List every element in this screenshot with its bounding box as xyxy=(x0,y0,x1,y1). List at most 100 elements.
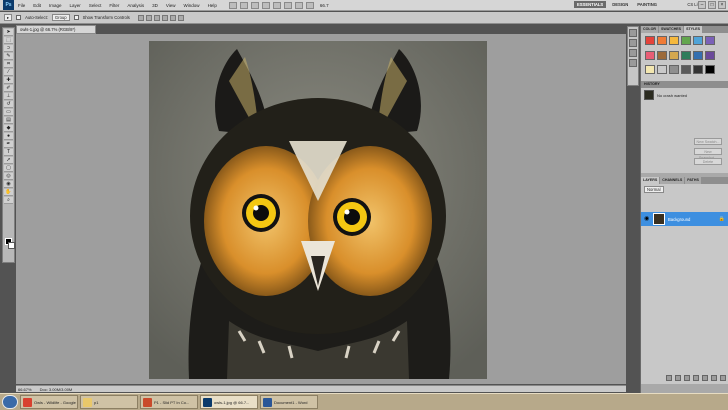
navigator-panel-icon[interactable] xyxy=(629,59,637,67)
style-swatch[interactable] xyxy=(681,65,691,75)
mini-bridge-icon[interactable] xyxy=(239,1,248,9)
blur-tool-icon[interactable]: ◆ xyxy=(4,125,13,132)
tab-swatches[interactable]: SWATCHES xyxy=(658,26,684,33)
screen-mode-icon[interactable] xyxy=(305,1,314,9)
style-swatch[interactable] xyxy=(705,36,715,45)
taskbar-item-chrome[interactable]: Owls - Wildlife - Google xyxy=(20,395,78,409)
menu-help[interactable]: Help xyxy=(204,3,221,8)
arrange-documents-icon[interactable] xyxy=(294,1,303,9)
zoom-status[interactable]: 66.67% xyxy=(18,387,32,392)
lasso-tool-icon[interactable]: ↄ xyxy=(4,45,13,52)
rotate-view-icon[interactable] xyxy=(283,1,292,9)
workspace-painting[interactable]: PAINTING xyxy=(634,1,660,8)
style-swatch[interactable] xyxy=(645,65,655,75)
workspace-design[interactable]: DESIGN xyxy=(609,1,631,8)
menu-layer[interactable]: Layer xyxy=(66,3,85,8)
tab-color[interactable]: COLOR xyxy=(641,26,658,33)
menu-analysis[interactable]: Analysis xyxy=(123,3,148,8)
style-swatch[interactable] xyxy=(669,50,679,60)
visibility-eye-icon[interactable]: ◉ xyxy=(644,216,650,222)
doc-size-status[interactable]: Doc: 3.00M/3.00M xyxy=(40,387,73,392)
clone-stamp-tool-icon[interactable]: ⊥ xyxy=(4,93,13,100)
new-layer-icon[interactable] xyxy=(711,375,717,381)
style-swatch[interactable] xyxy=(669,65,679,75)
transform-controls-checkbox[interactable] xyxy=(73,15,79,20)
shape-tool-icon[interactable]: ▢ xyxy=(4,165,13,172)
bridge-icon[interactable] xyxy=(228,1,237,9)
menu-select[interactable]: Select xyxy=(85,3,106,8)
menu-edit[interactable]: Edit xyxy=(29,3,45,8)
menu-file[interactable]: File xyxy=(14,3,29,8)
zoom-level-select[interactable]: 66.7 xyxy=(320,3,329,8)
dodge-tool-icon[interactable]: ● xyxy=(4,133,13,140)
new-swatch-button[interactable]: New Swatch... xyxy=(694,138,722,145)
taskbar-item-word[interactable]: Document1 - Word xyxy=(260,395,318,409)
3d-orbit-tool-icon[interactable]: ◉ xyxy=(4,181,13,188)
style-swatch[interactable] xyxy=(693,50,703,60)
menu-3d[interactable]: 3D xyxy=(148,3,162,8)
delete-button[interactable]: Delete xyxy=(694,158,722,165)
zoom-tool-icon[interactable] xyxy=(272,1,281,9)
taskbar-item-photoshop[interactable]: owls-1.jpg @ 66.7... xyxy=(200,395,258,409)
close-icon[interactable]: × xyxy=(718,1,726,9)
tab-channels[interactable]: CHANNELS xyxy=(660,177,685,184)
move-tool-icon[interactable]: ➤ xyxy=(4,29,13,36)
canvas-area[interactable] xyxy=(16,34,626,384)
layer-style-icon[interactable] xyxy=(675,375,681,381)
history-brush-tool-icon[interactable]: ↺ xyxy=(4,101,13,108)
align-top-icon[interactable] xyxy=(137,14,144,21)
tab-styles[interactable]: STYLES xyxy=(684,26,703,33)
menu-view[interactable]: View xyxy=(162,3,180,8)
tab-layers[interactable]: LAYERS xyxy=(641,177,660,184)
hand-tool-icon[interactable]: ✋ xyxy=(4,189,13,196)
menu-filter[interactable]: Filter xyxy=(105,3,123,8)
layer-row-background[interactable]: ◉ Background 🔒 xyxy=(641,212,728,226)
style-swatch[interactable] xyxy=(693,65,703,75)
type-tool-icon[interactable]: T xyxy=(4,149,13,156)
style-swatch[interactable] xyxy=(657,36,667,45)
brushes-panel-icon[interactable] xyxy=(629,49,637,57)
trash-icon[interactable] xyxy=(720,375,726,381)
marquee-tool-icon[interactable]: ⬚ xyxy=(4,37,13,44)
workspace-essentials[interactable]: ESSENTIALS xyxy=(573,1,607,8)
style-swatch[interactable] xyxy=(645,36,655,45)
history-item[interactable]: No crash wanted xyxy=(641,88,728,102)
style-swatch[interactable] xyxy=(681,36,691,45)
maximize-icon[interactable]: □ xyxy=(708,1,716,9)
menu-image[interactable]: Image xyxy=(45,3,66,8)
layer-mask-icon[interactable] xyxy=(684,375,690,381)
document-tab[interactable]: owls-1.jpg @ 66.7% (RGB/8*) xyxy=(16,25,96,34)
quick-selection-tool-icon[interactable]: ✎ xyxy=(4,53,13,60)
crop-tool-icon[interactable]: ⌗ xyxy=(4,61,13,68)
history-panel-icon[interactable] xyxy=(629,29,637,37)
tab-paths[interactable]: PATHS xyxy=(685,177,701,184)
move-tool-preset-icon[interactable]: ▸ xyxy=(4,14,13,21)
align-middle-icon[interactable] xyxy=(145,14,152,21)
auto-select-checkbox[interactable] xyxy=(16,15,22,20)
hand-tool-icon[interactable] xyxy=(261,1,270,9)
auto-select-dropdown[interactable]: Group xyxy=(51,14,70,21)
menu-window[interactable]: Window xyxy=(180,3,204,8)
link-layers-icon[interactable] xyxy=(666,375,672,381)
eyedropper-tool-icon[interactable]: ⁄ xyxy=(4,69,13,76)
brush-tool-icon[interactable]: ✐ xyxy=(4,85,13,92)
adjustment-layer-icon[interactable] xyxy=(693,375,699,381)
minimize-icon[interactable]: – xyxy=(698,1,706,9)
actions-panel-icon[interactable] xyxy=(629,39,637,47)
background-color-swatch[interactable] xyxy=(8,242,15,249)
gradient-tool-icon[interactable]: ▤ xyxy=(4,117,13,124)
blend-mode-select[interactable]: Normal xyxy=(644,186,664,193)
style-swatch[interactable] xyxy=(693,36,703,45)
view-extras-icon[interactable] xyxy=(250,1,259,9)
taskbar-item-powerpoint[interactable]: P1 - Slid PT In Co... xyxy=(140,395,198,409)
align-bottom-icon[interactable] xyxy=(153,14,160,21)
style-swatch[interactable] xyxy=(657,50,667,60)
zoom-tool-icon[interactable]: ⌕ xyxy=(4,197,13,204)
pen-tool-icon[interactable]: ✒ xyxy=(4,141,13,148)
3d-rotate-tool-icon[interactable]: ◎ xyxy=(4,173,13,180)
style-swatch[interactable] xyxy=(669,36,679,45)
align-right-icon[interactable] xyxy=(177,14,184,21)
healing-brush-tool-icon[interactable]: ✚ xyxy=(4,77,13,84)
eraser-tool-icon[interactable]: ▭ xyxy=(4,109,13,116)
align-center-icon[interactable] xyxy=(169,14,176,21)
